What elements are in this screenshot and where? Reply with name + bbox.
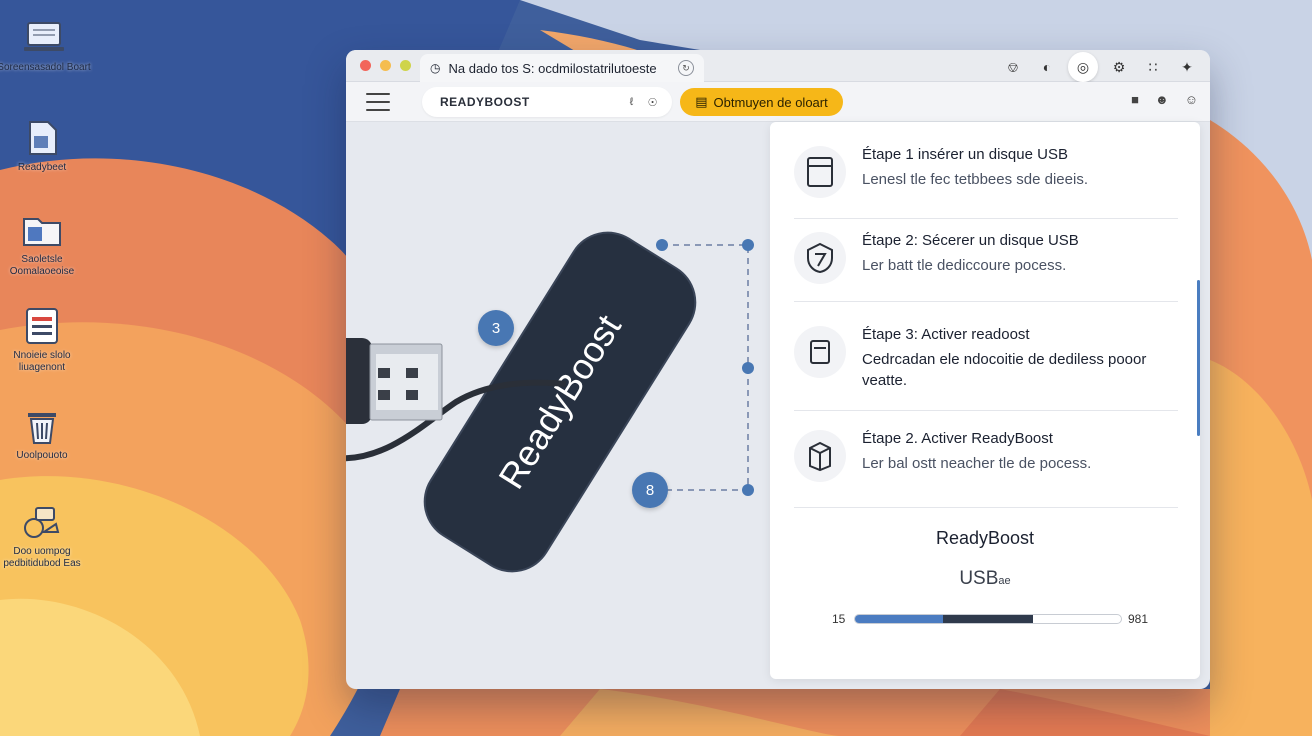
desktop-icon-tools[interactable]: Doo uompog pedbitidubod Eas [0,502,90,570]
promo-label: Obtmuyen de oloart [713,94,828,110]
promo-button[interactable]: ▤ Obtmuyen de oloart [680,88,843,116]
divider [794,218,1178,219]
step-badge[interactable]: 8 [632,472,668,508]
desktop-icon-folder[interactable]: Saoletsle Oomalaoeoise [0,210,90,278]
desktop-icon-label: Uoolpouoto [16,450,68,461]
contrast-icon[interactable]: ◐ [1034,53,1060,81]
step-title: Étape 2: Sécerer un disque USB [862,232,1079,249]
step-item[interactable]: Étape 3: Activer readoost Cedrcadan ele … [794,326,1180,391]
desktop-icon-label: Doo uompog pedbitidubod Eas [3,546,81,569]
pin-icon[interactable]: ✦ [1174,53,1200,81]
close-window-button[interactable] [360,60,371,71]
toolbar-right-icons: ■ ☻ ☺ [1131,92,1198,107]
shield-icon [794,232,846,284]
step-badge[interactable]: 3 [478,310,514,346]
tab-title: Na dado tos S: ocdmilostatrilutoeste [448,60,657,76]
step-item[interactable]: Étape 2: Sécerer un disque USB Ler batt … [794,232,1180,284]
menu-icon[interactable] [366,93,390,111]
minimize-window-button[interactable] [380,60,391,71]
desktop-icon-label: Readybeet [17,162,67,173]
step-item[interactable]: Étape 2. Activer ReadyBoost Ler bal ostt… [794,430,1180,482]
extension-icon[interactable]: ◎ [1068,52,1098,82]
address-text: READYBOOST [440,95,530,109]
step-description: Ler bal ostt neacher tle de pocess. [862,455,1092,472]
handle-dot [742,484,754,496]
desktop-icon-label: Saoletsle Oomalaoeoise [9,254,75,277]
step-item[interactable]: Étape 1 insérer un disque USB Lenesl tle… [794,146,1180,198]
step-title: Étape 2. Activer ReadyBoost [862,430,1053,447]
step-title: Étape 3: Activer readoost [862,326,1030,343]
handle-dot [742,239,754,251]
folder-icon [20,210,64,250]
divider [794,301,1178,302]
slider-max-value: 981 [1128,612,1149,626]
browser-window: ◷ Na dado tos S: ocdmilostatrilutoeste ↻… [346,50,1210,689]
tab-favicon-icon: ◷ [430,61,441,75]
steps-panel: Étape 1 insérer un disque USB Lenesl tle… [770,122,1200,679]
slider-min-value: 15 [832,612,846,626]
illustration-area: ReadyBoost 3 8 [346,122,770,689]
usb-label: USBae [770,568,1200,590]
cache-size-slider[interactable] [854,614,1122,624]
divider [794,410,1178,411]
desktop-icon-laptop[interactable]: Soreensasadol Boart [0,18,92,74]
usb-label-text: USB [959,568,999,589]
desktop-icon-label: Soreensasadol Boart [0,62,91,73]
list-icon [20,306,64,346]
desktop-icon-trash[interactable]: Uoolpouoto [0,406,90,462]
readyboost-title: ReadyBoost [935,528,1035,548]
step-description: Cedrcadan ele ndocoitie de dediless pooo… [862,351,1147,389]
document-icon [20,118,64,158]
title-bar: ◷ Na dado tos S: ocdmilostatrilutoeste ↻… [346,50,1210,82]
usb-label-suffix: ae [998,575,1011,587]
apps-grid-icon[interactable]: ∷ [1140,53,1166,81]
toolbar: READYBOOST ℓ ☉ ▤ Obtmuyen de oloart ■ ☻ … [346,82,1210,122]
browser-tab[interactable]: ◷ Na dado tos S: ocdmilostatrilutoeste ↻ [420,54,704,82]
profile-icon[interactable]: ☻ [1155,92,1169,107]
step-description: Ler batt tle dediccoure pocess. [862,257,1067,274]
titlebar-actions: ⎊ ◐ ◎ ⚙ ∷ ✦ [1000,52,1200,82]
download-icon[interactable]: ⎊ [1000,53,1026,81]
address-bar[interactable]: READYBOOST ℓ ☉ [422,87,672,117]
slider-fill-secondary[interactable] [942,615,1034,623]
shield-icon[interactable]: ☉ [648,96,658,109]
drive-icon [794,146,846,198]
desktop-icon-document[interactable]: Readybeet [0,118,90,174]
slider-fill-primary [855,615,943,623]
step-title: Étape 1 insérer un disque USB [862,146,1068,163]
handle-dot [742,362,754,374]
scrollbar[interactable] [1197,280,1200,436]
zoom-window-button[interactable] [400,60,411,71]
desktop-icon-label: Nnoieie slolo liuagenont [13,350,71,373]
usb-illustration: ReadyBoost [346,231,754,573]
card-icon: ▤ [695,94,708,109]
tools-icon [20,502,64,542]
save-icon [794,326,846,378]
step-description: Lenesl tle fec tetbbees sde dieeis. [862,171,1088,188]
trash-icon [20,406,64,446]
box-icon [794,430,846,482]
account-icon[interactable]: ☺ [1185,92,1198,107]
bookmark-icon[interactable]: ■ [1131,92,1139,107]
desktop-icon-list[interactable]: Nnoieie slolo liuagenont [0,306,90,374]
info-icon[interactable]: ℓ [630,96,634,108]
divider [794,507,1178,508]
handle-dot [656,239,668,251]
laptop-icon [22,18,66,58]
tab-close-icon[interactable]: ↻ [678,60,694,76]
settings-icon[interactable]: ⚙ [1106,53,1132,81]
